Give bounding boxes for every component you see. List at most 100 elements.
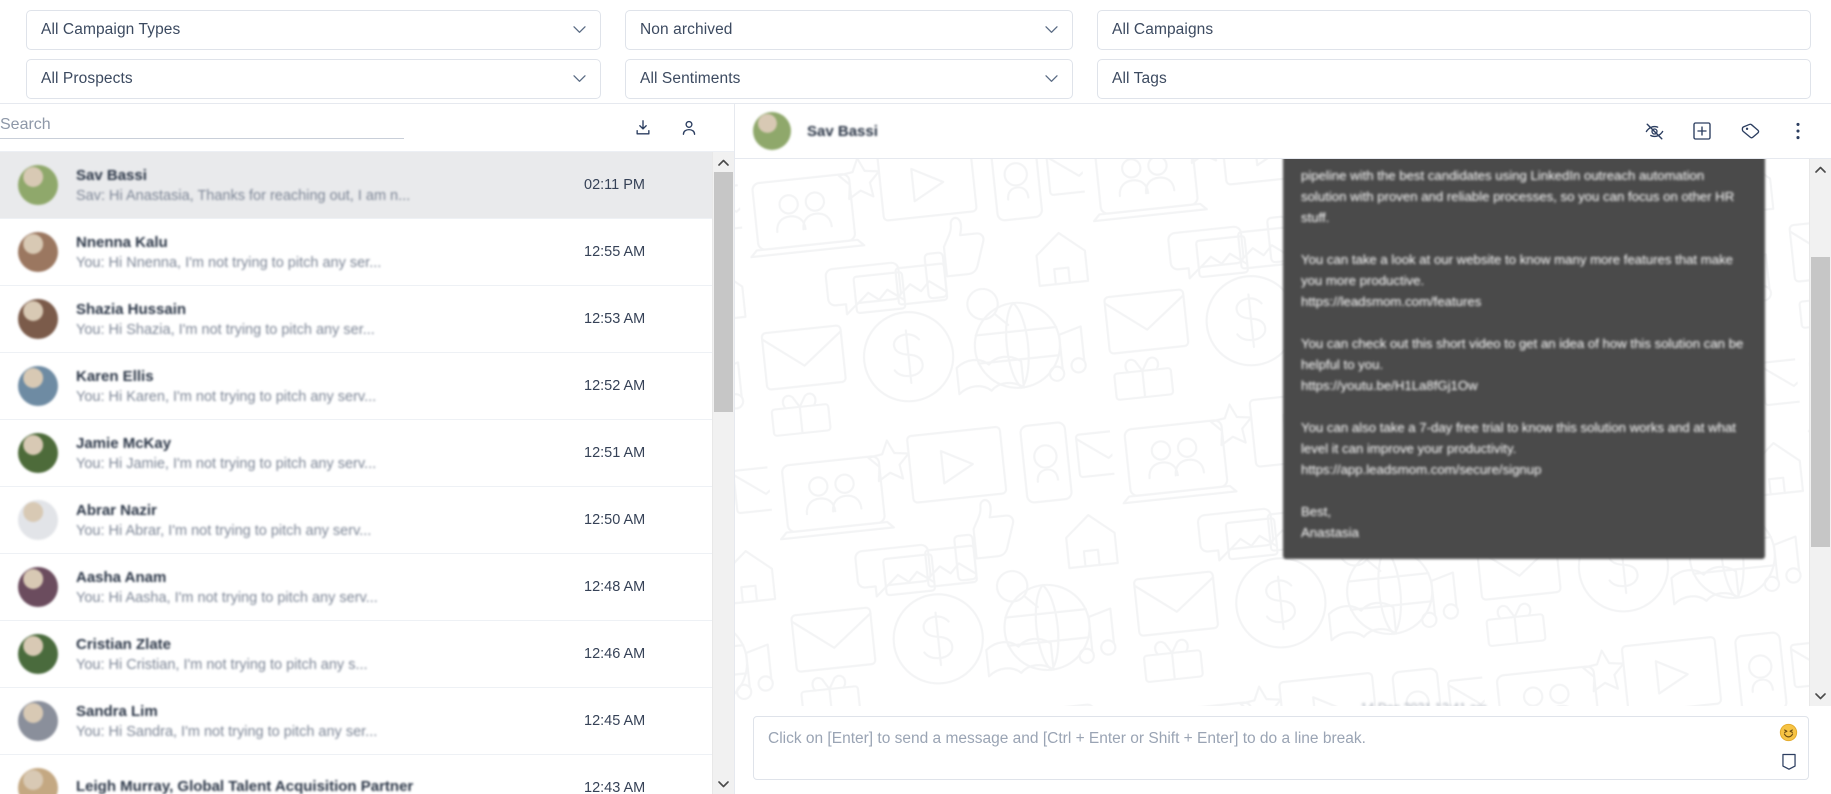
conversation-timestamp: 12:50 AM: [584, 512, 646, 528]
chat-scrollbar[interactable]: [1809, 159, 1831, 706]
conversation-list-item[interactable]: Abrar Nazir You: Hi Abrar, I'm not trying…: [0, 487, 712, 554]
scroll-thumb[interactable]: [1811, 257, 1830, 547]
conversation-snippet: You: Hi Abrar, I'm not trying to pitch a…: [76, 522, 372, 539]
composer-wrap: [735, 706, 1831, 794]
campaigns-value: All Campaigns: [1112, 21, 1214, 38]
outgoing-message-bubble: pipeline with the best candidates using …: [1283, 159, 1765, 559]
conversation-timestamp: 12:52 AM: [584, 378, 646, 394]
message-timestamp: 14 Dec 2021 12:41 am: [1361, 701, 1487, 706]
conversation-list-item[interactable]: Leigh Murray, Global Talent Acquisition …: [0, 755, 712, 794]
conversation-list-item[interactable]: Sandra Lim You: Hi Sandra, I'm not trying…: [0, 688, 712, 755]
conversation-list-item[interactable]: Cristian Zlate You: Hi Cristian, I'm not …: [0, 621, 712, 688]
conversation-list-item[interactable]: Sav Bassi Sav: Hi Anastasia, Thanks for r…: [0, 152, 712, 219]
avatar: [18, 768, 58, 794]
chat-pane: Sav Bassi pipeline with the best candida…: [735, 104, 1831, 794]
conversation-name: Sandra Lim: [76, 702, 158, 720]
conversation-timestamp: 12:48 AM: [584, 579, 646, 595]
tag-icon[interactable]: [1739, 120, 1761, 142]
tags-value: All Tags: [1112, 70, 1167, 87]
conversation-name: Karen Ellis: [76, 367, 154, 385]
scroll-up-button[interactable]: [1810, 159, 1831, 179]
archive-state-select[interactable]: Non archived: [625, 10, 1073, 50]
chat-contact-name: Sav Bassi: [807, 122, 878, 140]
conversation-snippet: You: Hi Cristian, I'm not trying to pitc…: [76, 656, 368, 673]
conversation-snippet: You: Hi Nnenna, I'm not trying to pitch …: [76, 254, 382, 271]
search-input[interactable]: [0, 116, 404, 134]
conversation-text-block: Shazia Hussain You: Hi Shazia, I'm not tr…: [76, 301, 562, 338]
conversation-text-block: Leigh Murray, Global Talent Acquisition …: [76, 778, 562, 794]
conversation-timestamp: 12:55 AM: [584, 244, 646, 260]
campaigns-field[interactable]: All Campaigns: [1097, 10, 1811, 50]
conversation-timestamp: 12:53 AM: [584, 311, 646, 327]
conversation-text-block: Nnenna Kalu You: Hi Nnenna, I'm not tryin…: [76, 234, 562, 271]
download-icon[interactable]: [632, 117, 654, 139]
conversation-snippet: You: Hi Aasha, I'm not trying to pitch a…: [76, 589, 378, 606]
scroll-track[interactable]: [713, 172, 734, 774]
scroll-track[interactable]: [1810, 179, 1831, 686]
conversation-text-block: Sandra Lim You: Hi Sandra, I'm not trying…: [76, 703, 562, 740]
filter-column-middle: Non archived All Sentiments: [625, 10, 1073, 99]
scroll-down-button[interactable]: [1810, 686, 1831, 706]
conversation-area: Sav Bassi Sav: Hi Anastasia, Thanks for r…: [0, 152, 734, 794]
composer-icons: [1779, 723, 1798, 775]
prospects-select[interactable]: All Prospects: [26, 59, 601, 99]
scroll-down-button[interactable]: [713, 774, 734, 794]
avatar: [18, 500, 58, 540]
conversation-name: Jamie McKay: [76, 434, 172, 452]
conversation-pane: Sav Bassi Sav: Hi Anastasia, Thanks for r…: [0, 104, 735, 794]
conversation-timestamp: 12:45 AM: [584, 713, 646, 729]
conversation-list-item[interactable]: Jamie McKay You: Hi Jamie, I'm not trying…: [0, 420, 712, 487]
conversation-snippet: You: Hi Sandra, I'm not trying to pitch …: [76, 723, 378, 740]
person-icon[interactable]: [678, 117, 700, 139]
conversation-text-block: Abrar Nazir You: Hi Abrar, I'm not trying…: [76, 502, 562, 539]
eye-off-icon[interactable]: [1643, 120, 1665, 142]
conversation-snippet: You: Hi Jamie, I'm not trying to pitch a…: [76, 455, 377, 472]
campaign-types-value: All Campaign Types: [41, 21, 181, 38]
tags-field[interactable]: All Tags: [1097, 59, 1811, 99]
plus-box-icon[interactable]: [1691, 120, 1713, 142]
message-input[interactable]: [768, 729, 1794, 767]
conversation-name: Shazia Hussain: [76, 300, 187, 318]
conversation-text-block: Sav Bassi Sav: Hi Anastasia, Thanks for r…: [76, 167, 562, 204]
message-list: pipeline with the best candidates using …: [753, 159, 1787, 706]
conversation-text-block: Aasha Anam You: Hi Aasha, I'm not trying …: [76, 569, 562, 606]
conversation-scrollbar[interactable]: [712, 152, 734, 794]
conversation-snippet: You: Hi Karen, I'm not trying to pitch a…: [76, 388, 377, 405]
conversation-timestamp: 02:11 PM: [584, 177, 645, 193]
search-actions: [632, 117, 716, 139]
conversation-list-item[interactable]: Nnenna Kalu You: Hi Nnenna, I'm not tryin…: [0, 219, 712, 286]
main-split: Sav Bassi Sav: Hi Anastasia, Thanks for r…: [0, 104, 1831, 794]
scroll-up-button[interactable]: [713, 152, 734, 172]
conversation-list-item[interactable]: Shazia Hussain You: Hi Shazia, I'm not tr…: [0, 286, 712, 353]
message-composer[interactable]: [753, 716, 1809, 780]
conversation-list-item[interactable]: Aasha Anam You: Hi Aasha, I'm not trying …: [0, 554, 712, 621]
chat-tools: [1643, 120, 1809, 142]
more-vertical-icon[interactable]: [1787, 120, 1809, 142]
avatar: [18, 232, 58, 272]
campaign-types-select[interactable]: All Campaign Types: [26, 10, 601, 50]
conversation-list[interactable]: Sav Bassi Sav: Hi Anastasia, Thanks for r…: [0, 152, 712, 794]
chat-body: pipeline with the best candidates using …: [735, 159, 1809, 706]
scroll-thumb[interactable]: [714, 172, 733, 412]
conversation-text-block: Jamie McKay You: Hi Jamie, I'm not trying…: [76, 435, 562, 472]
conversation-list-item[interactable]: Karen Ellis You: Hi Karen, I'm not trying…: [0, 353, 712, 420]
conversation-snippet: Sav: Hi Anastasia, Thanks for reaching o…: [76, 187, 411, 204]
conversation-name: Leigh Murray, Global Talent Acquisition …: [76, 777, 414, 794]
avatar: [18, 701, 58, 741]
search-row: [0, 104, 734, 152]
filter-column-left: All Campaign Types All Prospects: [26, 10, 601, 99]
emoji-smiley-icon[interactable]: [1779, 723, 1798, 745]
conversation-text-block: Karen Ellis You: Hi Karen, I'm not trying…: [76, 368, 562, 405]
chevron-down-icon: [1045, 72, 1058, 85]
avatar: [18, 299, 58, 339]
chat-body-wrap: pipeline with the best candidates using …: [735, 159, 1831, 706]
search-input-wrap: [0, 116, 404, 139]
sentiments-select[interactable]: All Sentiments: [625, 59, 1073, 99]
avatar: [18, 433, 58, 473]
conversation-name: Aasha Anam: [76, 568, 167, 586]
inbox-app: All Campaign Types All Prospects Non arc…: [0, 0, 1831, 794]
conversation-snippet: You: Hi Shazia, I'm not trying to pitch …: [76, 321, 375, 338]
archive-state-value: Non archived: [640, 21, 733, 38]
note-icon[interactable]: [1781, 753, 1797, 775]
chevron-down-icon: [573, 23, 586, 36]
